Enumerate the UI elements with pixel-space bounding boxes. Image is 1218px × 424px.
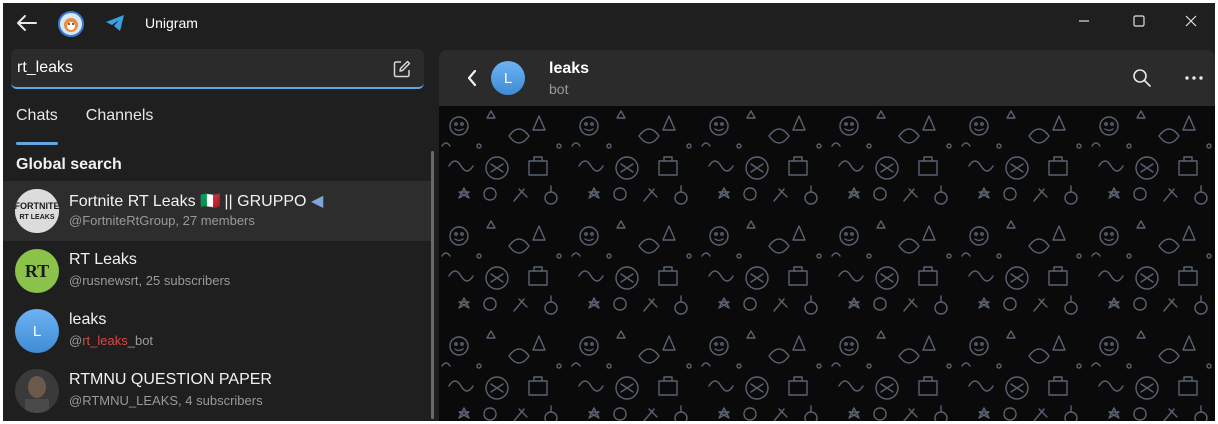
- maximize-button[interactable]: [1116, 3, 1162, 39]
- result-subtitle: @rusnewsrt, 25 subscribers: [69, 273, 231, 288]
- chat-title[interactable]: leaks: [549, 60, 589, 78]
- app-title: Unigram: [145, 15, 198, 31]
- result-title: RTMNU QUESTION PAPER: [69, 371, 272, 388]
- chat-list-pane: Chats Channels Global search FORTNITE RT…: [3, 43, 435, 421]
- avatar-letter: L: [32, 322, 42, 340]
- title-bar: Unigram: [3, 3, 1215, 43]
- search-highlight: rt_leaks: [82, 333, 128, 348]
- search-tabs: Chats Channels: [16, 107, 154, 145]
- search-results-list: FORTNITE RT LEAKS Fortnite RT Leaks 🇮🇹 |…: [3, 181, 431, 421]
- chat-avatar[interactable]: L: [491, 61, 525, 95]
- tab-channels[interactable]: Channels: [86, 107, 154, 137]
- tab-chats[interactable]: Chats: [16, 107, 58, 145]
- rt-logo-text: RT: [24, 260, 50, 281]
- result-title: Fortnite RT Leaks 🇮🇹 || GRUPPO ◀︎: [69, 193, 324, 210]
- doodle-pattern: [439, 106, 1215, 421]
- list-item[interactable]: FORTNITE RT LEAKS Fortnite RT Leaks 🇮🇹 |…: [3, 181, 431, 241]
- svg-text:RT LEAKS: RT LEAKS: [20, 214, 55, 221]
- section-title: Global search: [16, 156, 122, 173]
- close-button[interactable]: [1168, 3, 1214, 39]
- back-arrow-icon[interactable]: [15, 11, 39, 35]
- letter-avatar: L: [15, 309, 59, 353]
- chevron-left-icon[interactable]: [465, 68, 479, 88]
- telegram-logo-icon: [105, 14, 125, 32]
- chat-subtitle: bot: [549, 81, 569, 97]
- more-options-icon[interactable]: [1183, 68, 1205, 88]
- result-subtitle: @rt_leaks_bot: [69, 333, 154, 348]
- person-photo-avatar: [15, 369, 59, 413]
- rt-logo-avatar: RT: [15, 249, 59, 293]
- profile-avatar[interactable]: [58, 11, 84, 37]
- result-subtitle: @FortniteRtGroup, 27 members: [69, 213, 255, 228]
- search-icon[interactable]: [1132, 68, 1152, 88]
- list-item[interactable]: L leaks @rt_leaks_bot: [3, 301, 431, 361]
- chat-header: L leaks bot: [439, 50, 1215, 106]
- result-title: leaks: [69, 311, 107, 328]
- result-title: RT Leaks: [69, 251, 137, 268]
- chat-avatar-letter: L: [503, 69, 513, 87]
- scrollbar[interactable]: [431, 151, 434, 419]
- list-item[interactable]: RT RT Leaks @rusnewsrt, 25 subscribers: [3, 241, 431, 301]
- megaphone-icon: ◀︎: [310, 193, 324, 210]
- search-input[interactable]: [17, 55, 377, 81]
- unigram-window: Unigram Chats Channels Global search: [3, 3, 1215, 421]
- result-subtitle: @RTMNU_LEAKS, 4 subscribers: [69, 393, 263, 408]
- svg-text:FORTNITE: FORTNITE: [15, 201, 59, 211]
- fortnite-avatar: FORTNITE RT LEAKS: [15, 189, 59, 233]
- chat-wallpaper: [439, 106, 1215, 421]
- compose-icon[interactable]: [392, 59, 412, 79]
- list-item[interactable]: RTMNU QUESTION PAPER @RTMNU_LEAKS, 4 sub…: [3, 361, 431, 421]
- minimize-button[interactable]: [1061, 3, 1107, 39]
- search-box: [11, 49, 424, 89]
